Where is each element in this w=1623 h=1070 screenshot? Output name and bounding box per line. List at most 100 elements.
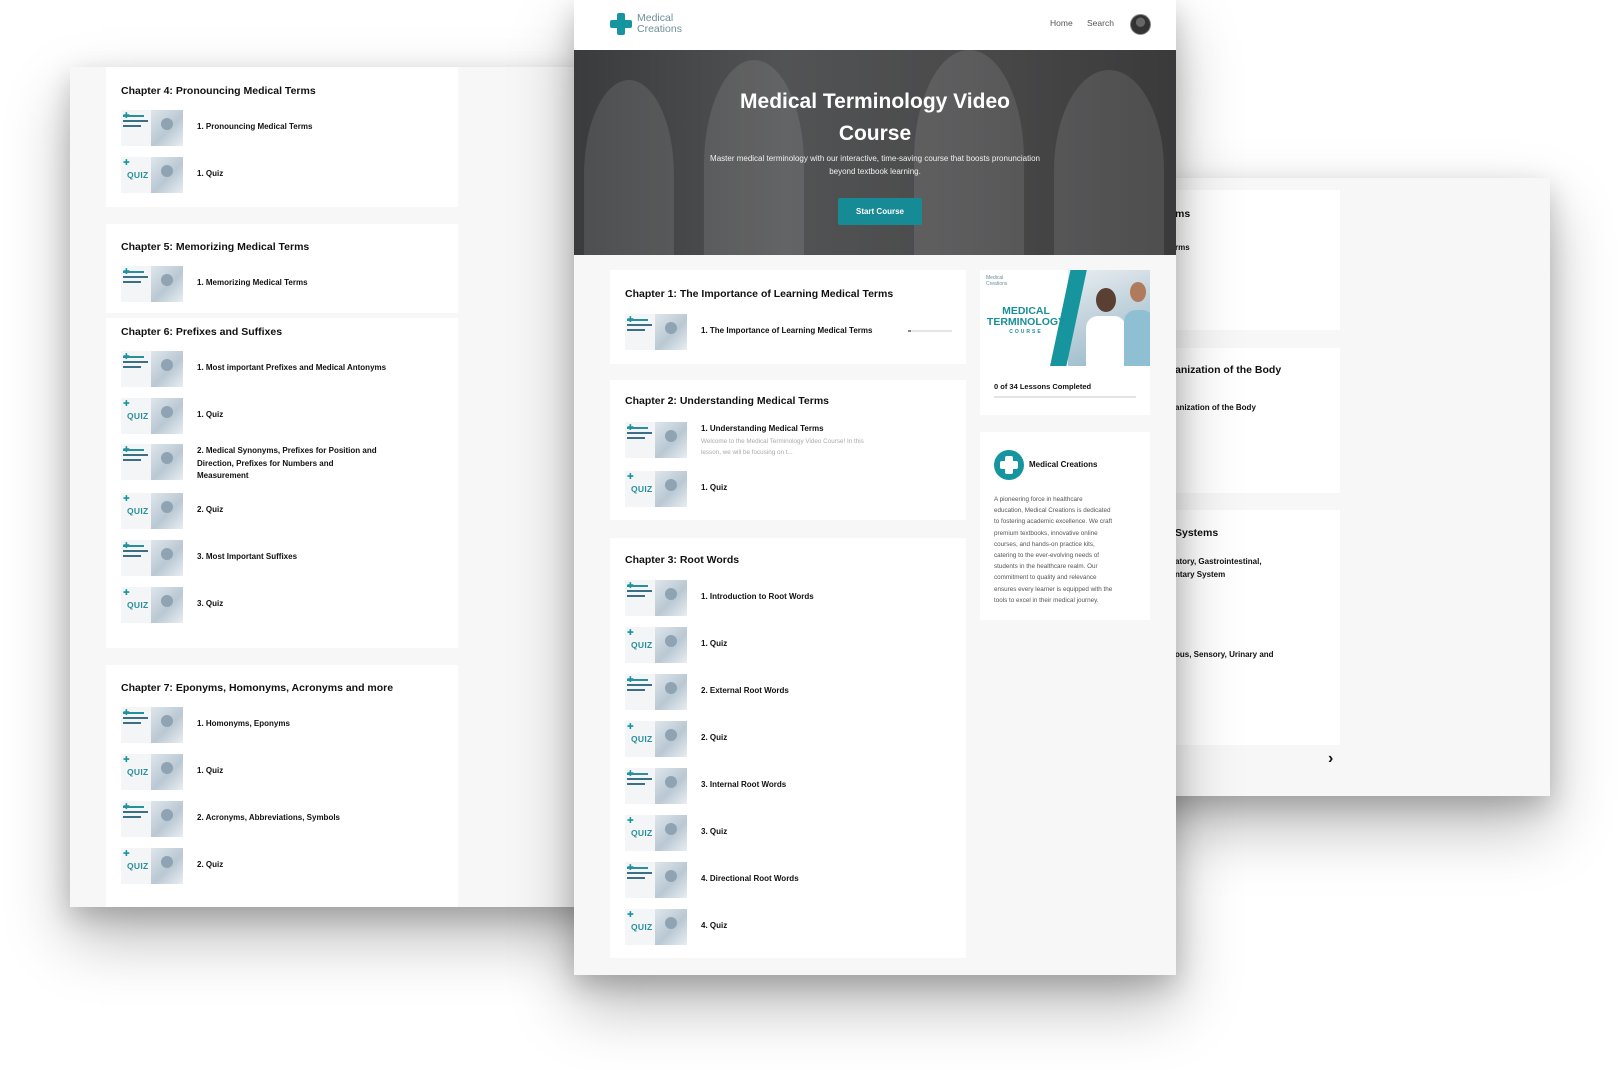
chapter-title: Chapter 2: Understanding Medical Terms: [625, 395, 830, 407]
main-page-screenshot: Medical Creations Home Search Medical Ter…: [574, 0, 1176, 975]
lesson-progress-fill: [908, 330, 911, 332]
cover-subtitle: COURSE: [1009, 329, 1043, 335]
next-page-arrow-icon[interactable]: ›: [1328, 750, 1333, 768]
chapter-card-1: Chapter 1: The Importance of Learning Me…: [610, 270, 966, 364]
quiz-thumbnail: ✚ QUIZ: [625, 815, 687, 851]
lesson-item[interactable]: ✚ QUIZ 1. Quiz: [121, 754, 441, 790]
course-subtitle: Master medical terminology with our inte…: [710, 154, 1040, 176]
course-progress-card: Medical Creations MEDICAL TERMINOLOGY COUR…: [980, 270, 1150, 415]
cover-title: MEDICAL TERMINOLOGY: [986, 305, 1066, 328]
quiz-thumbnail: ✚ QUIZ: [121, 754, 183, 790]
start-course-button[interactable]: Start Course: [838, 198, 922, 225]
chapter-title: Chapter 6: Prefixes and Suffixes: [121, 326, 283, 338]
lesson-label: 1. Most important Prefixes and Medical A…: [197, 363, 387, 372]
chapter-title: anization of the Body: [1175, 364, 1282, 376]
course-cover-image[interactable]: Medical Creations MEDICAL TERMINOLOGY COUR…: [980, 270, 1150, 366]
lesson-label: atory, Gastrointestinal, ntary System: [1175, 557, 1262, 579]
lessons-completed-text: 0 of 34 Lessons Completed: [994, 382, 1092, 391]
chapter-card-5: Chapter 5: Memorizing Medical Terms ✚ 1.…: [106, 224, 458, 313]
lesson-item[interactable]: ✚ 3. Internal Root Words: [625, 768, 955, 804]
lesson-label: 3. Internal Root Words: [701, 780, 787, 789]
lesson-item[interactable]: ✚ 1. Introduction to Root Words: [625, 580, 955, 616]
quiz-thumbnail: ✚ QUIZ: [121, 398, 183, 434]
lesson-item[interactable]: ✚ QUIZ 4. Quiz: [625, 909, 955, 945]
lesson-item[interactable]: ✚ QUIZ 3. Quiz: [625, 815, 955, 851]
lesson-thumbnail: ✚: [121, 801, 183, 837]
chapter-title: ms: [1175, 208, 1191, 220]
author-name: Medical Creations: [1029, 460, 1098, 469]
lesson-item[interactable]: ✚ QUIZ 1. Quiz: [625, 471, 955, 507]
chapter-card-3: Chapter 3: Root Words ✚ 1. Introduction …: [610, 538, 966, 958]
lesson-item[interactable]: ✚ QUIZ 2. Quiz: [625, 721, 955, 757]
chapter-title: Systems: [1175, 527, 1219, 539]
quiz-thumbnail: ✚ QUIZ: [625, 721, 687, 757]
lesson-label: 3. Quiz: [197, 599, 224, 608]
lesson-label: 1. Understanding Medical Terms: [701, 424, 824, 433]
quiz-thumbnail: ✚ QUIZ: [121, 848, 183, 884]
author-description: A pioneering force in healthcare educati…: [994, 496, 1113, 604]
lesson-item[interactable]: ✚ 1. The Importance of Learning Medical …: [625, 314, 955, 350]
lesson-label: 1. Quiz: [197, 766, 224, 775]
chapter-title: Chapter 5: Memorizing Medical Terms: [121, 241, 310, 253]
lesson-item[interactable]: ✚ QUIZ 3. Quiz: [121, 587, 441, 623]
lesson-progress-bar: [908, 330, 952, 332]
lesson-item[interactable]: ✚ 1. Understanding Medical Terms Welcome…: [625, 422, 955, 458]
lesson-label: 1. Pronouncing Medical Terms: [197, 122, 313, 131]
lesson-item[interactable]: ✚ 2. Acronyms, Abbreviations, Symbols: [121, 801, 441, 837]
lesson-item[interactable]: ✚ 1. Memorizing Medical Terms: [121, 266, 441, 302]
chapter-title: Chapter 4: Pronouncing Medical Terms: [121, 85, 316, 97]
lesson-label: 2. Quiz: [197, 860, 224, 869]
lesson-item[interactable]: ✚ 1. Most important Prefixes and Medical…: [121, 351, 441, 387]
lesson-item[interactable]: ✚ 1. Homonyms, Eponyms: [121, 707, 441, 743]
lesson-item[interactable]: ✚ QUIZ 1. Quiz: [121, 398, 441, 434]
lesson-label: 1. The Importance of Learning Medical Te…: [701, 326, 873, 335]
lesson-label: 1. Quiz: [197, 410, 224, 419]
lesson-description: Welcome to the Medical Terminology Video…: [701, 438, 864, 456]
lesson-label: 3. Quiz: [701, 827, 728, 836]
chapter-title: Chapter 7: Eponyms, Homonyms, Acronyms a…: [121, 682, 394, 694]
lesson-label: 1. Quiz: [701, 483, 728, 492]
quiz-thumbnail: ✚ QUIZ: [121, 493, 183, 529]
lesson-thumbnail: ✚: [625, 768, 687, 804]
lesson-label: 3. Most Important Suffixes: [197, 552, 298, 561]
author-card: Medical Creations A pioneering force in …: [980, 432, 1150, 620]
lesson-label: 2. Medical Synonyms, Prefixes for Positi…: [197, 446, 377, 480]
lesson-item[interactable]: ✚ 1. Pronouncing Medical Terms: [121, 110, 441, 146]
lesson-item[interactable]: ✚ QUIZ 2. Quiz: [121, 493, 441, 529]
lesson-thumbnail: ✚: [625, 862, 687, 898]
lesson-thumbnail: ✚: [121, 110, 183, 146]
lesson-label: 1. Introduction to Root Words: [701, 592, 814, 601]
right-page-screenshot: ms rms anization of the Body anization o…: [1125, 178, 1550, 796]
lesson-label: rms: [1175, 243, 1190, 252]
quiz-thumbnail: ✚ QUIZ: [625, 909, 687, 945]
lesson-item[interactable]: ✚ 2. External Root Words: [625, 674, 955, 710]
lesson-item[interactable]: ✚ 3. Most Important Suffixes: [121, 540, 441, 576]
nav-search-link[interactable]: Search: [1087, 18, 1114, 28]
quiz-thumbnail: ✚ QUIZ: [121, 157, 183, 193]
cover-logo: Medical Creations: [986, 275, 1008, 287]
lesson-item[interactable]: ✚ QUIZ 1. Quiz: [121, 157, 441, 193]
lesson-item[interactable]: ✚ QUIZ 2. Quiz: [121, 848, 441, 884]
user-avatar[interactable]: [1130, 14, 1151, 35]
medical-cross-logo-icon[interactable]: [610, 13, 632, 35]
chapter-card-7: Chapter 7: Eponyms, Homonyms, Acronyms a…: [106, 665, 458, 907]
lesson-label: 1. Quiz: [197, 169, 224, 178]
lesson-label: 1. Memorizing Medical Terms: [197, 278, 308, 287]
lesson-label: 2. Quiz: [701, 733, 728, 742]
medical-creations-logo-icon: [994, 450, 1024, 480]
hero-banner: Medical Terminology Video Course Master m…: [574, 50, 1176, 255]
site-logo-text[interactable]: Medical Creations: [637, 13, 682, 34]
lesson-item[interactable]: ✚ QUIZ 1. Quiz: [625, 627, 955, 663]
lesson-label: anization of the Body: [1175, 403, 1256, 412]
chapter-title: Chapter 1: The Importance of Learning Me…: [625, 288, 894, 300]
quiz-thumbnail: ✚ QUIZ: [625, 471, 687, 507]
lesson-item[interactable]: ✚ 2. Medical Synonyms, Prefixes for Posi…: [121, 444, 441, 484]
course-title: Medical Terminology Video Course: [740, 90, 1010, 145]
lesson-thumbnail: ✚: [625, 674, 687, 710]
lesson-item[interactable]: ✚ 4. Directional Root Words: [625, 862, 955, 898]
chapter-card-4: Chapter 4: Pronouncing Medical Terms ✚ 1…: [106, 67, 458, 207]
nav-home-link[interactable]: Home: [1050, 18, 1073, 28]
lesson-label: 4. Directional Root Words: [701, 874, 799, 883]
lesson-label: 2. Quiz: [197, 505, 224, 514]
lesson-label: 1. Quiz: [701, 639, 728, 648]
